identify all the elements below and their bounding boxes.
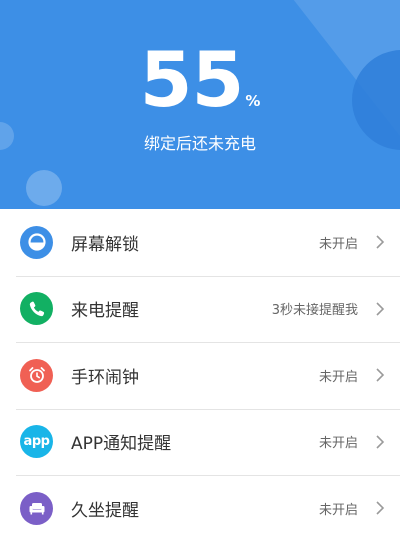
chevron-right-icon [370,299,390,319]
list-item-status: 3秒未接提醒我 [271,303,358,319]
charge-status-text: 绑定后还未充电 [143,134,256,153]
unlock-icon [20,225,53,259]
sofa-icon [20,491,53,525]
list-item-label: APP通知提醒 [71,434,172,455]
battery-header: 55% 绑定后还未充电 [0,0,400,209]
list-item-sedentary-reminder[interactable]: 久坐提醒 未开启 [0,475,400,536]
list-item-label: 久坐提醒 [71,500,139,521]
app-icon-text: app [23,434,50,450]
list-item-status: 未开启 [318,236,358,252]
alarm-clock-icon [20,358,53,392]
list-item-call-reminder[interactable]: 来电提醒 3秒未接提醒我 [0,275,400,343]
battery-percent-value: 55 [139,35,245,124]
phone-icon [20,292,53,326]
list-item-status: 未开启 [318,436,358,452]
list-item-label: 屏幕解锁 [71,234,139,255]
chevron-right-icon [370,232,390,252]
list-item-band-alarm[interactable]: 手环闹钟 未开启 [0,342,400,409]
chevron-right-icon [370,432,390,452]
list-item-app-notification[interactable]: app APP通知提醒 未开启 [0,408,400,476]
decorative-circle [26,170,62,206]
chevron-right-icon [370,365,390,385]
battery-percentage: 55% [0,42,400,118]
list-item-screen-unlock[interactable]: 屏幕解锁 未开启 [0,209,400,276]
battery-percent-unit: % [245,92,261,110]
app-icon: app [20,425,53,459]
list-item-label: 手环闹钟 [71,367,139,388]
list-item-status: 未开启 [318,502,358,518]
settings-list: 屏幕解锁 未开启 来电提醒 3秒未接提醒我 手环闹钟 未开启 app APP通知… [0,209,400,536]
chevron-right-icon [370,498,390,518]
list-item-status: 未开启 [318,369,358,385]
list-item-label: 来电提醒 [71,301,139,322]
